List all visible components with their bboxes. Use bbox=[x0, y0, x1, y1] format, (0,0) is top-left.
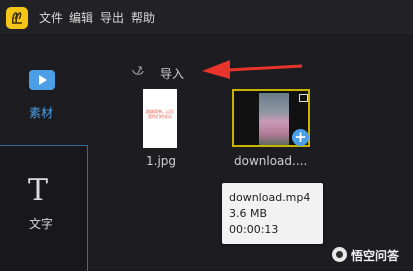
sidebar-item-text[interactable]: T 文字 bbox=[0, 145, 88, 271]
menu-help[interactable]: 帮助 bbox=[131, 9, 155, 26]
sidebar-item-media[interactable]: 素材 bbox=[0, 34, 88, 144]
media-item-name: 1.jpg bbox=[146, 154, 177, 168]
video-frame-image bbox=[259, 93, 289, 145]
file-info-tooltip: download.mp4 3.6 MB 00:00:13 bbox=[222, 183, 323, 244]
text-t-icon: T bbox=[28, 173, 49, 208]
tooltip-duration: 00:00:13 bbox=[229, 223, 279, 236]
tooltip-filename: download.mp4 bbox=[229, 191, 311, 204]
sidebar-item-media-label: 素材 bbox=[29, 106, 54, 120]
media-thumbnail-image[interactable]: 超级简单，以后是你们的导出 bbox=[143, 89, 177, 148]
media-thumbnail-video[interactable]: + bbox=[232, 89, 310, 147]
thumbnail-caption: 超级简单，以后是你们的导出 bbox=[146, 109, 174, 119]
menu-bar: 文件 编辑 导出 帮助 bbox=[0, 0, 413, 34]
media-play-icon bbox=[29, 70, 55, 90]
media-item-name: download.... bbox=[234, 154, 308, 168]
watermark-logo-icon bbox=[332, 247, 347, 262]
app-logo-icon[interactable] bbox=[6, 7, 28, 29]
menu-edit[interactable]: 编辑 bbox=[69, 9, 93, 26]
add-to-timeline-button[interactable]: + bbox=[292, 129, 309, 146]
menu-export[interactable]: 导出 bbox=[100, 9, 124, 26]
film-icon bbox=[299, 94, 308, 102]
menu-file[interactable]: 文件 bbox=[39, 9, 63, 26]
sidebar-item-text-label: 文字 bbox=[29, 217, 54, 231]
sidebar: 素材 T 文字 bbox=[0, 34, 88, 271]
watermark-text: 悟空问答 bbox=[351, 249, 400, 263]
import-icon[interactable] bbox=[130, 64, 146, 78]
tooltip-filesize: 3.6 MB bbox=[229, 207, 268, 220]
import-button[interactable]: 导入 bbox=[160, 65, 184, 82]
